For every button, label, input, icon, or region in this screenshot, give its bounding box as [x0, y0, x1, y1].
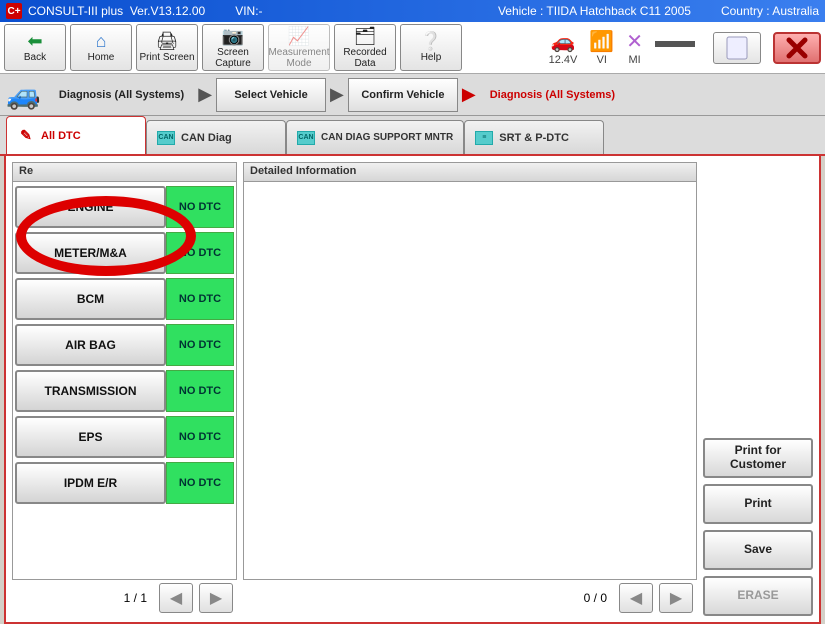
system-list: ENGINENO DTCMETER/M&ANO DTCBCMNO DTCAIR …: [12, 182, 237, 580]
breadcrumb-step-confirm-vehicle[interactable]: Confirm Vehicle: [348, 78, 458, 112]
prev-page-button[interactable]: ◀: [159, 583, 193, 613]
tab-srt-pdtc[interactable]: ≡ SRT & P-DTC: [464, 120, 604, 154]
save-button[interactable]: Save: [703, 530, 813, 570]
print-screen-button[interactable]: 🖨 Print Screen: [136, 24, 198, 71]
dtc-icon: ✎: [17, 129, 35, 143]
system-status: NO DTC: [166, 324, 234, 366]
status-area: 🚗 12.4V 📶 VI ✕ MI ▬▬: [466, 24, 821, 71]
recorded-data-icon: 🗂: [354, 27, 377, 47]
system-status: NO DTC: [166, 370, 234, 412]
erase-button[interactable]: ERASE: [703, 576, 813, 616]
system-status: NO DTC: [166, 186, 234, 228]
system-button-eps[interactable]: EPS: [15, 416, 166, 458]
tab-all-dtc[interactable]: ✎ All DTC: [6, 116, 146, 154]
detail-panel: Detailed Information 0 / 0 ◀ ▶: [243, 162, 697, 616]
title-bar: C+ CONSULT-III plus Ver.V13.12.00 VIN:- …: [0, 0, 825, 22]
system-button-bcm[interactable]: BCM: [15, 278, 166, 320]
pager-label: 1 / 1: [124, 591, 147, 605]
recorded-data-button[interactable]: 🗂 Recorded Data: [334, 24, 396, 71]
breadcrumb-step-diagnosis: Diagnosis (All Systems): [49, 78, 194, 112]
screen-capture-button[interactable]: 📷 Screen Capture: [202, 24, 264, 71]
mi-status: ✕ MI: [626, 29, 643, 66]
country-label: Country : Australia: [721, 4, 819, 18]
system-row: AIR BAGNO DTC: [15, 324, 234, 366]
back-button[interactable]: ⬅ Back: [4, 24, 66, 71]
app-name: CONSULT-III plus: [28, 4, 123, 18]
breadcrumb-step-diagnosis-active: Diagnosis (All Systems): [480, 78, 625, 112]
home-button[interactable]: ⌂ Home: [70, 24, 132, 71]
detail-prev-button[interactable]: ◀: [619, 583, 653, 613]
camera-icon: 📷: [222, 27, 244, 47]
system-status: NO DTC: [166, 416, 234, 458]
x-icon: ✕: [626, 29, 643, 54]
system-status: NO DTC: [166, 462, 234, 504]
detail-pager-label: 0 / 0: [584, 591, 607, 605]
detail-body: [243, 182, 697, 580]
help-icon: ❔: [420, 32, 442, 52]
voltage-status: 🚗 12.4V: [549, 29, 578, 66]
system-list-pager: 1 / 1 ◀ ▶: [12, 580, 237, 616]
breadcrumb-step-select-vehicle[interactable]: Select Vehicle: [216, 78, 326, 112]
vi-status: 📶 VI: [589, 29, 614, 66]
home-icon: ⌂: [96, 32, 107, 52]
system-button-ipdm-e-r[interactable]: IPDM E/R: [15, 462, 166, 504]
next-page-button[interactable]: ▶: [199, 583, 233, 613]
tab-can-support-mntr[interactable]: CAN CAN DIAG SUPPORT MNTR: [286, 120, 464, 154]
battery-status: ▬▬: [655, 30, 695, 65]
tabs-row: ✎ All DTC CAN CAN Diag CAN CAN DIAG SUPP…: [0, 116, 825, 156]
measurement-icon: 📈: [288, 27, 310, 47]
printer-icon: 🖨: [156, 32, 179, 52]
chevron-right-icon: ▶: [196, 84, 214, 105]
back-arrow-icon: ⬅: [27, 32, 42, 52]
system-row: METER/M&ANO DTC: [15, 232, 234, 274]
system-button-air-bag[interactable]: AIR BAG: [15, 324, 166, 366]
detail-header: Detailed Information: [243, 162, 697, 182]
can-icon: CAN: [157, 131, 175, 145]
system-status: NO DTC: [166, 278, 234, 320]
blank-icon: [723, 33, 751, 63]
system-row: EPSNO DTC: [15, 416, 234, 458]
detail-pager: 0 / 0 ◀ ▶: [243, 580, 697, 616]
vin-label: VIN:-: [235, 4, 262, 18]
battery-icon: ▬▬: [655, 30, 695, 53]
system-status: NO DTC: [166, 232, 234, 274]
vehicle-label: Vehicle : TIIDA Hatchback C11 2005: [498, 4, 691, 18]
system-button-engine[interactable]: ENGINE: [15, 186, 166, 228]
system-list-header: Re: [12, 162, 237, 182]
system-button-meter-m-a[interactable]: METER/M&A: [15, 232, 166, 274]
action-panel: Print for Customer Print Save ERASE: [703, 162, 813, 616]
srt-icon: ≡: [475, 131, 493, 145]
print-customer-button[interactable]: Print for Customer: [703, 438, 813, 478]
tab-can-diag[interactable]: CAN CAN Diag: [146, 120, 286, 154]
can-icon: CAN: [297, 131, 315, 145]
help-button[interactable]: ❔ Help: [400, 24, 462, 71]
system-row: IPDM E/RNO DTC: [15, 462, 234, 504]
signal-icon: 📶: [589, 29, 614, 54]
close-icon: [783, 34, 811, 62]
toolbar: ⬅ Back ⌂ Home 🖨 Print Screen 📷 Screen Ca…: [0, 22, 825, 74]
detail-next-button[interactable]: ▶: [659, 583, 693, 613]
measurement-mode-button: 📈 Measurement Mode: [268, 24, 330, 71]
breadcrumb: 🚙 Diagnosis (All Systems) ▶ Select Vehic…: [0, 74, 825, 116]
print-button[interactable]: Print: [703, 484, 813, 524]
system-row: ENGINENO DTC: [15, 186, 234, 228]
main-panel: Re ENGINENO DTCMETER/M&ANO DTCBCMNO DTCA…: [4, 154, 821, 624]
system-button-transmission[interactable]: TRANSMISSION: [15, 370, 166, 412]
chevron-right-icon: ▶: [460, 84, 478, 105]
system-row: TRANSMISSIONNO DTC: [15, 370, 234, 412]
close-button[interactable]: [773, 32, 821, 64]
diagnosis-car-icon: 🚙: [6, 78, 41, 111]
car-icon: 🚗: [551, 29, 576, 54]
chevron-right-icon: ▶: [328, 84, 346, 105]
system-row: BCMNO DTC: [15, 278, 234, 320]
blank-button[interactable]: [713, 32, 761, 64]
app-icon: C+: [6, 3, 22, 19]
system-list-panel: Re ENGINENO DTCMETER/M&ANO DTCBCMNO DTCA…: [12, 162, 237, 616]
app-version: Ver.V13.12.00: [130, 4, 205, 18]
